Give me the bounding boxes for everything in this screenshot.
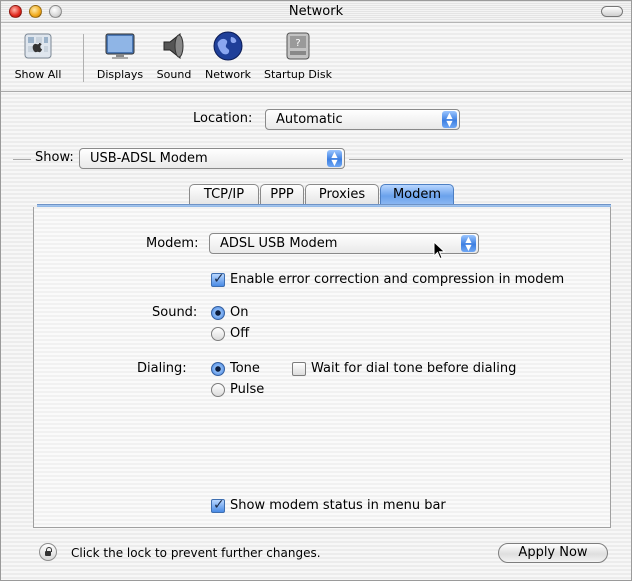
popup-arrows-icon: ▲ ▼ — [461, 235, 476, 252]
window-title: Network — [288, 4, 344, 19]
wait-dial-tone-checkbox[interactable] — [292, 362, 306, 376]
dialing-tone-label: Tone — [230, 361, 260, 376]
show-status-checkbox[interactable] — [211, 497, 225, 513]
tab-tcpip[interactable]: TCP/IP — [189, 184, 259, 205]
sound-on-label: On — [230, 305, 249, 320]
popup-arrows-icon: ▲ ▼ — [327, 150, 342, 167]
sound-on-radio[interactable] — [211, 306, 225, 320]
tab-ppp[interactable]: PPP — [260, 184, 304, 205]
divider — [349, 159, 623, 160]
location-popup[interactable]: Automatic ▲ ▼ — [265, 109, 460, 130]
apple-prefs-icon — [22, 30, 54, 62]
show-popup[interactable]: USB-ADSL Modem ▲ ▼ — [79, 148, 345, 169]
error-correction-checkbox[interactable] — [211, 271, 225, 287]
toolbar-label-network: Network — [205, 68, 251, 81]
error-correction-label: Enable error correction and compression … — [230, 272, 565, 287]
modem-value: ADSL USB Modem — [220, 236, 338, 251]
divider — [13, 159, 31, 160]
disk-icon: ? — [282, 30, 314, 62]
toolbar: Show All Displays Sound Network ? Startu… — [1, 24, 631, 92]
toolbar-toggle-button[interactable] — [601, 6, 623, 17]
toolbar-item-network[interactable]: Network — [199, 30, 257, 81]
toolbar-separator — [83, 34, 84, 82]
toolbar-label-sound: Sound — [156, 68, 192, 81]
toolbar-label-show-all: Show All — [14, 68, 62, 81]
show-label: Show: — [35, 150, 74, 165]
display-icon — [104, 30, 136, 62]
sound-off-radio[interactable] — [211, 327, 225, 341]
toolbar-label-displays: Displays — [96, 68, 144, 81]
toolbar-item-sound[interactable]: Sound — [151, 30, 197, 81]
mouse-pointer-icon — [433, 241, 446, 260]
show-status-label: Show modem status in menu bar — [230, 498, 446, 513]
dialing-tone-radio[interactable] — [211, 362, 225, 376]
title-bar[interactable]: Network — [1, 1, 631, 23]
toolbar-item-startup-disk[interactable]: ? Startup Disk — [260, 30, 336, 81]
sound-label: Sound: — [152, 305, 198, 320]
apply-now-button[interactable]: Apply Now — [498, 543, 608, 563]
dialing-pulse-label: Pulse — [230, 382, 265, 397]
speaker-icon — [158, 30, 190, 62]
lock-text: Click the lock to prevent further change… — [71, 546, 321, 560]
svg-text:?: ? — [295, 38, 300, 49]
network-preferences-window: Network Show All Displays Sound Network … — [0, 0, 632, 581]
tab-proxies[interactable]: Proxies — [305, 184, 379, 205]
wait-dial-tone-label: Wait for dial tone before dialing — [311, 361, 517, 376]
toolbar-item-displays[interactable]: Displays — [93, 30, 147, 81]
toolbar-item-show-all[interactable]: Show All — [7, 30, 69, 81]
location-label: Location: — [193, 111, 253, 126]
show-value: USB-ADSL Modem — [90, 151, 208, 166]
modem-label: Modem: — [146, 236, 199, 251]
toolbar-label-startup-disk: Startup Disk — [264, 68, 332, 81]
dialing-pulse-radio[interactable] — [211, 383, 225, 397]
location-value: Automatic — [276, 112, 343, 127]
popup-arrows-icon: ▲ ▼ — [442, 111, 457, 128]
dialing-label: Dialing: — [137, 361, 187, 376]
lock-icon[interactable] — [39, 543, 57, 561]
sound-off-label: Off — [230, 326, 250, 341]
tab-modem[interactable]: Modem — [380, 184, 454, 205]
globe-icon — [212, 30, 244, 62]
